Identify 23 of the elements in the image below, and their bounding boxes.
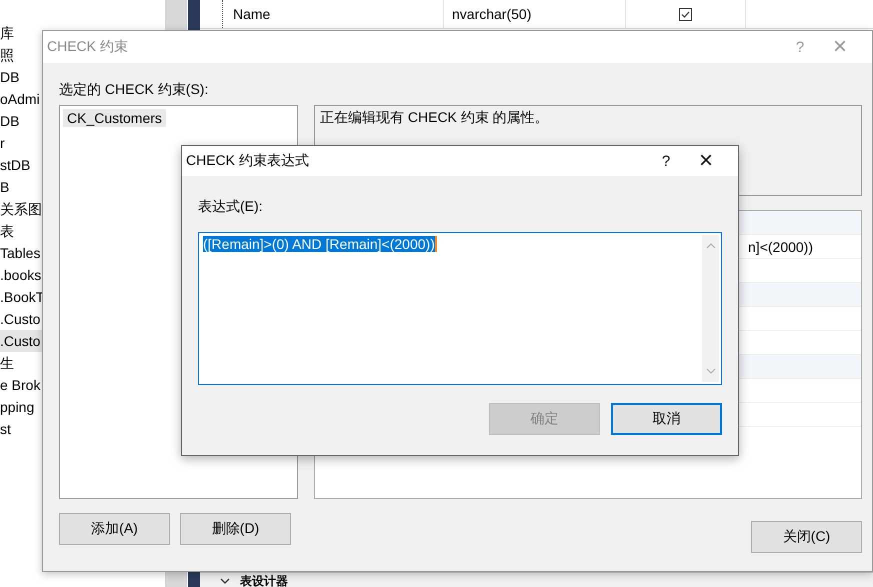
list-item[interactable]: CK_Customers [63, 109, 166, 127]
dialog-button[interactable]: 取消 [611, 403, 722, 435]
list-label: 选定的 CHECK 约束(S): [59, 81, 210, 99]
help-button[interactable]: ? [646, 152, 686, 170]
property-value: n]<(2000)) [748, 238, 813, 254]
checkbox[interactable] [679, 8, 692, 20]
add-button[interactable]: 添加(A) [59, 513, 170, 545]
description-text: 正在编辑现有 CHECK 约束 的属性。 [320, 109, 549, 125]
delete-button[interactable]: 删除(D) [180, 513, 291, 545]
table-cell: nvarchar(50) [444, 0, 626, 28]
scroll-up-icon[interactable] [706, 243, 716, 249]
field-label: 表达式(E): [198, 198, 264, 216]
chevron-icon[interactable] [220, 576, 230, 584]
close-button[interactable]: × [686, 147, 726, 175]
scrollbar[interactable] [702, 235, 719, 382]
expression-field[interactable]: ([Remain]>(0) AND [Remain]<(2000)) [198, 232, 722, 385]
panel-title: 表设计器 [240, 574, 288, 587]
close-button[interactable]: 关闭(C) [751, 521, 862, 553]
table-cell: Name [222, 0, 444, 28]
selected-text: ([Remain]>(0) AND [Remain]<(2000)) [203, 236, 437, 252]
window-title: CHECK 约束表达式 [186, 152, 310, 170]
scroll-down-icon[interactable] [706, 368, 716, 374]
window-title: CHECK 约束 [47, 38, 129, 56]
